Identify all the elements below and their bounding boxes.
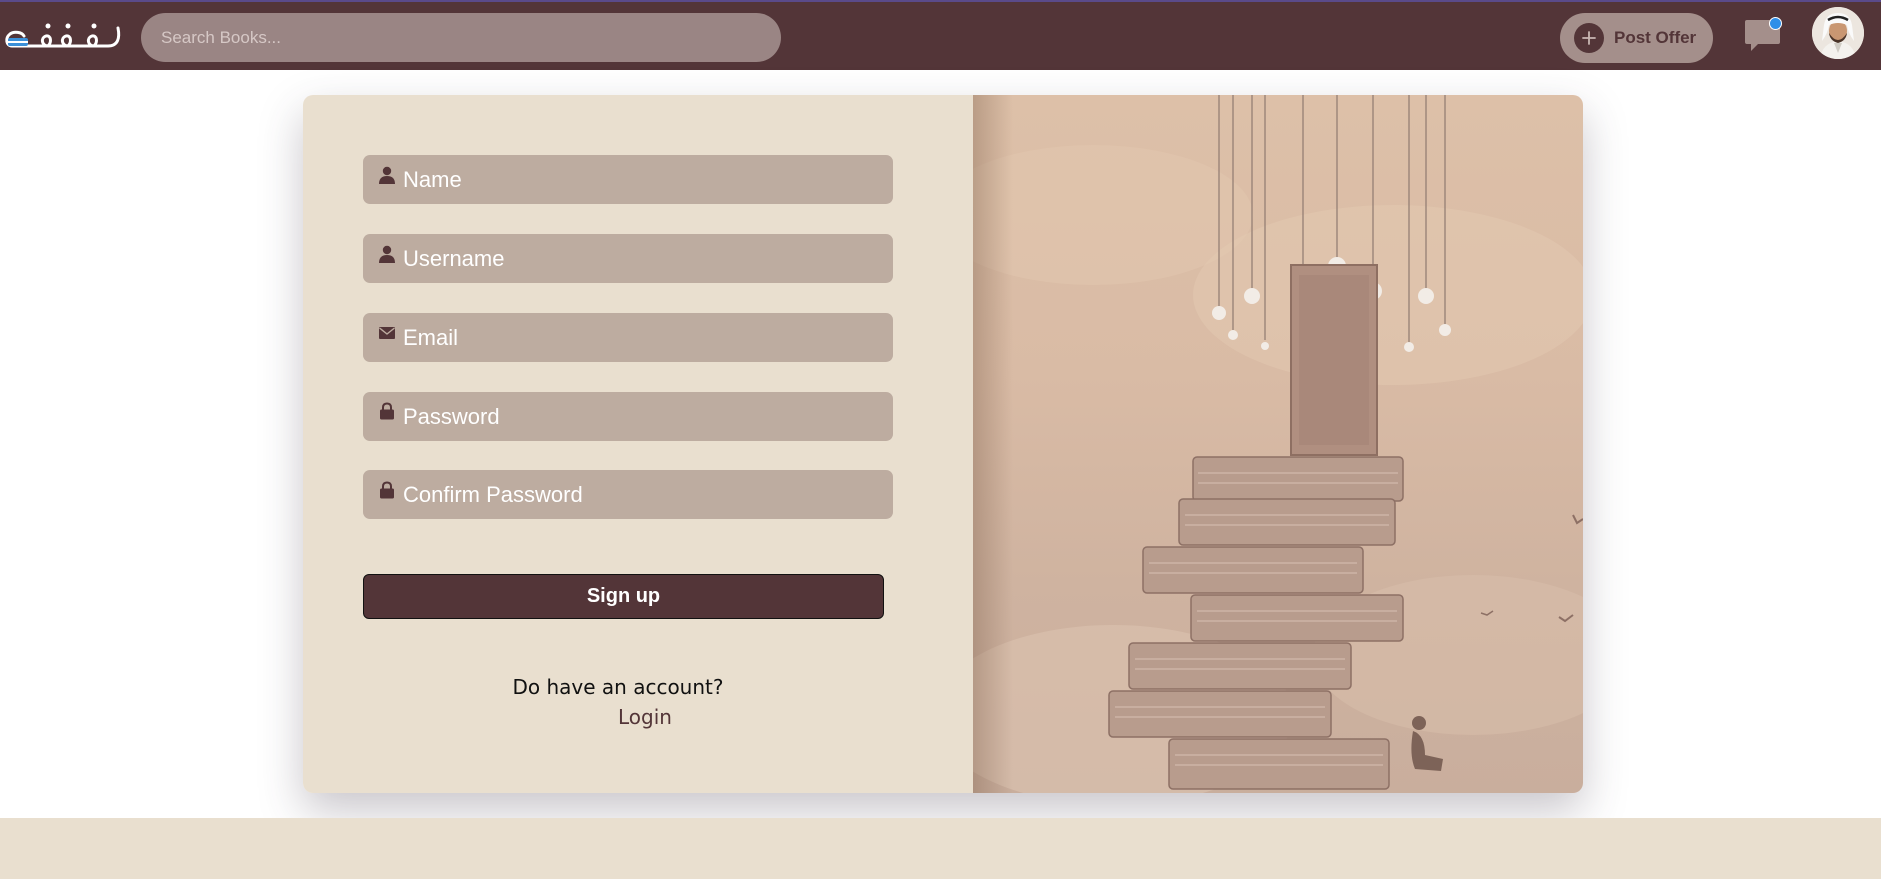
footer [0, 818, 1881, 879]
person-icon [379, 166, 395, 184]
plus-icon [1574, 23, 1604, 53]
pane-divider-shadow [973, 95, 1013, 793]
search-input[interactable] [141, 13, 781, 62]
person-icon [379, 245, 395, 263]
site-logo[interactable] [2, 8, 124, 62]
post-offer-button[interactable]: Post Offer [1560, 13, 1713, 63]
envelope-icon [379, 327, 395, 339]
account-prompt: Do have an account? [512, 675, 724, 699]
signup-button[interactable]: Sign up [363, 574, 884, 619]
user-avatar[interactable] [1812, 7, 1864, 59]
email-field[interactable] [363, 313, 893, 362]
name-field[interactable] [363, 155, 893, 204]
notification-dot [1769, 17, 1782, 30]
username-field[interactable] [363, 234, 893, 283]
confirm-password-field[interactable] [363, 470, 893, 519]
login-link[interactable]: Login [590, 705, 700, 729]
password-field[interactable] [363, 392, 893, 441]
top-navbar: Post Offer [0, 0, 1881, 70]
lock-icon [380, 402, 394, 420]
signup-card: Sign up Do have an account? Login [303, 95, 1583, 793]
post-offer-label: Post Offer [1614, 28, 1697, 47]
lock-icon [380, 481, 394, 499]
signup-form: Sign up Do have an account? Login [303, 95, 973, 793]
hero-illustration [973, 95, 1583, 793]
